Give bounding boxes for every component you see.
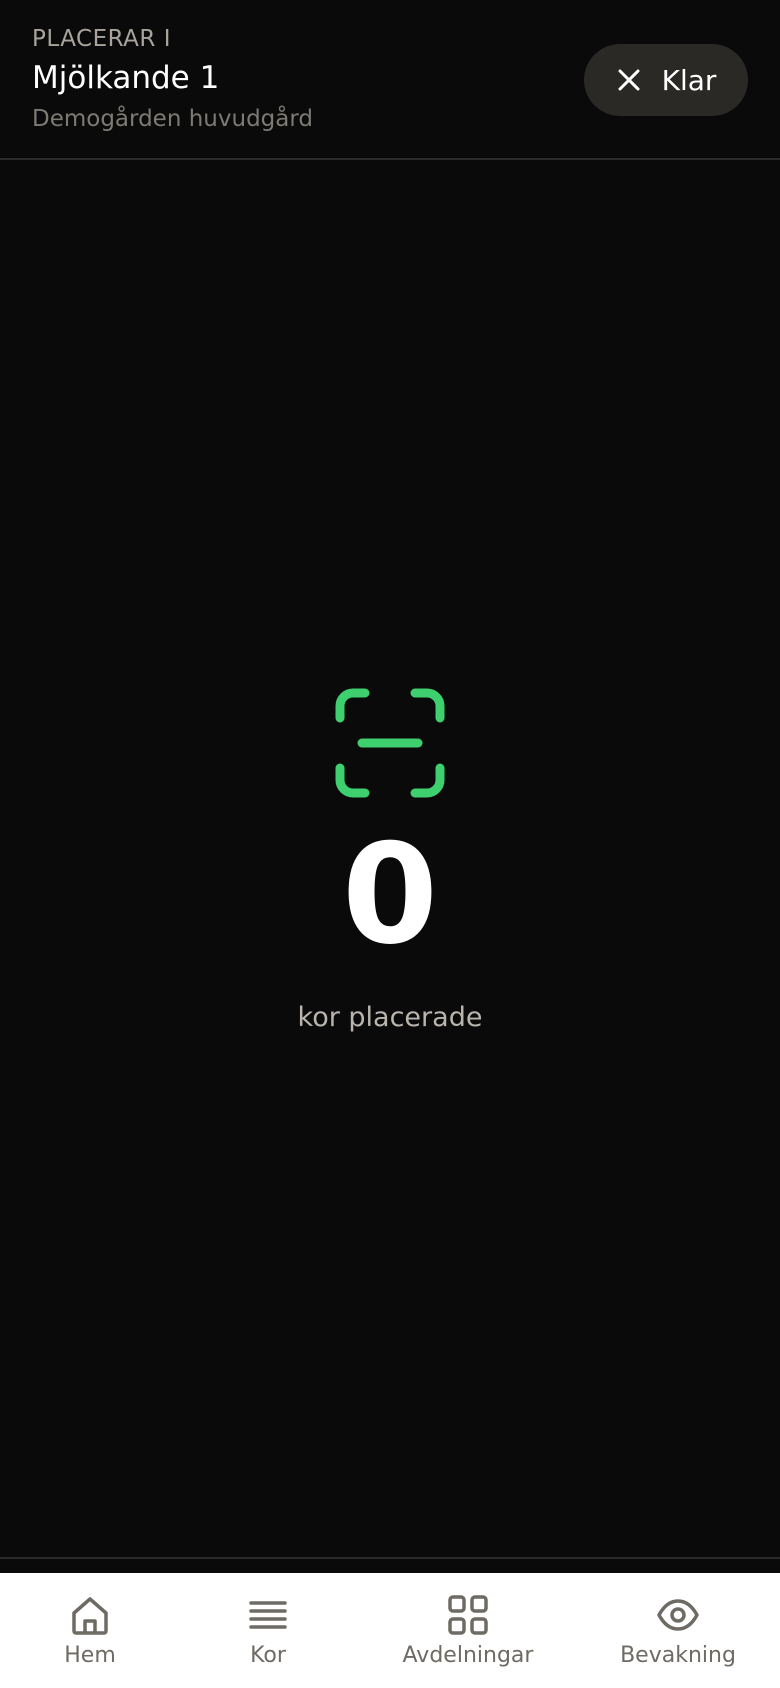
mode-label: PLACERAR I (32, 26, 171, 52)
header: PLACERAR I Mjölkande 1 Demogården huvudg… (0, 0, 780, 160)
bottom-nav: Hem Kor Avdelningar Bevakning (0, 1573, 780, 1688)
nav-label-watch: Bevakning (620, 1643, 736, 1668)
close-icon (618, 69, 640, 91)
home-icon (72, 1597, 108, 1635)
page-title: Mjölkande 1 (32, 60, 220, 96)
done-button[interactable]: Klar (584, 44, 748, 116)
bottom-divider (0, 1557, 780, 1559)
nav-item-cows[interactable]: Kor (218, 1573, 318, 1688)
nav-label-departments: Avdelningar (402, 1643, 534, 1668)
placed-count-label: kor placerade (297, 1002, 483, 1033)
list-icon (249, 1601, 287, 1629)
farm-subtitle: Demogården huvudgård (32, 106, 314, 132)
nav-label-cows: Kor (250, 1643, 286, 1668)
nav-item-home[interactable]: Hem (40, 1573, 140, 1688)
nav-item-watch[interactable]: Bevakning (618, 1573, 738, 1688)
scan-icon (335, 688, 445, 798)
nav-label-home: Hem (64, 1643, 116, 1668)
placed-count: 0 (341, 814, 439, 975)
grid-icon (448, 1595, 488, 1635)
eye-icon (657, 1599, 699, 1631)
done-button-label: Klar (661, 63, 717, 97)
nav-item-departments[interactable]: Avdelningar (398, 1573, 538, 1688)
